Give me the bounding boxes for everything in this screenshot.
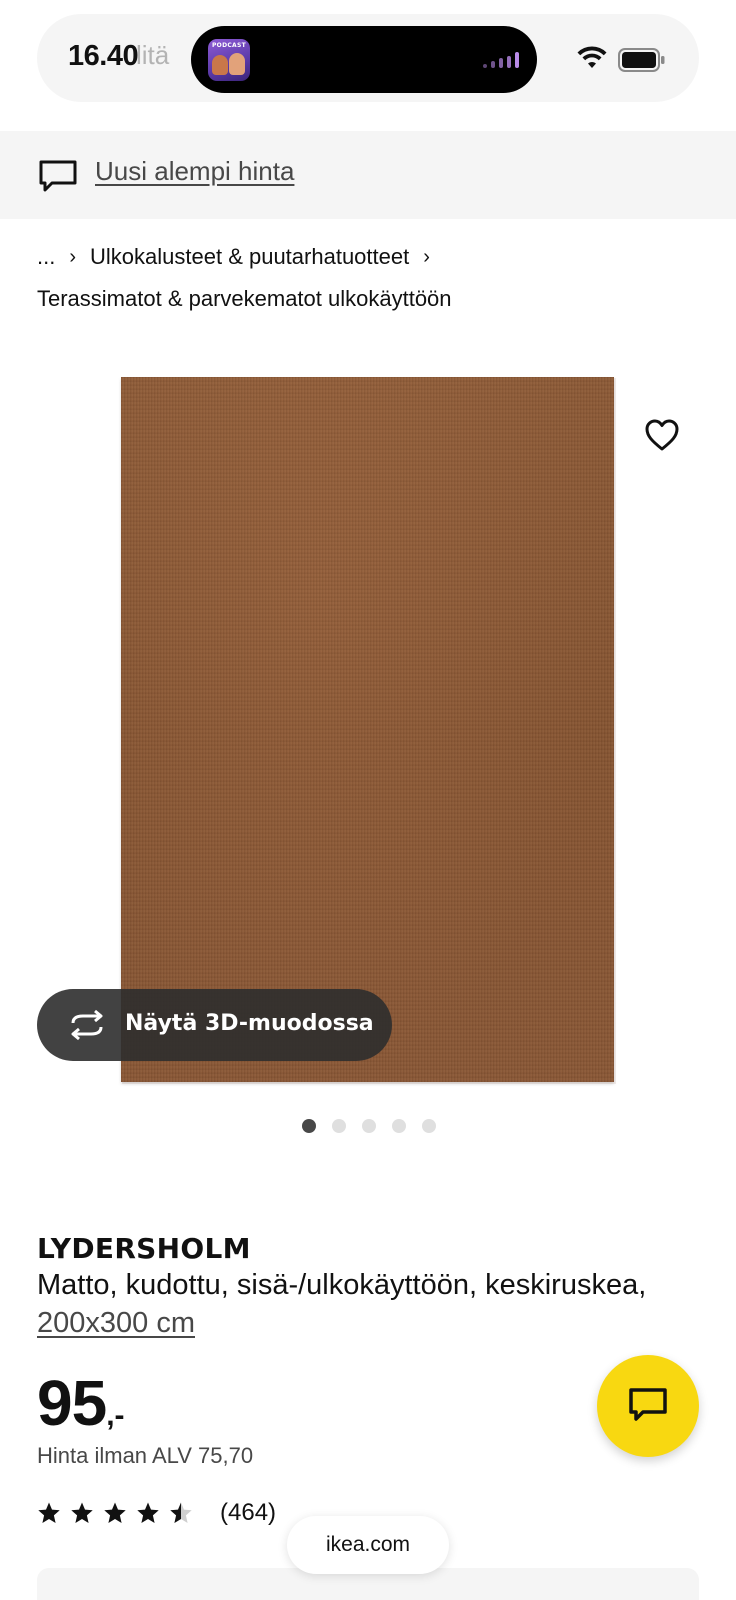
dynamic-island[interactable]: PODCAST: [191, 26, 537, 93]
gallery-dot[interactable]: [422, 1119, 436, 1133]
star-full-icon: [38, 1502, 60, 1523]
star-full-icon: [104, 1502, 126, 1523]
price-notice-banner[interactable]: Uusi alempi hinta: [0, 131, 736, 219]
wifi-icon: [577, 46, 607, 68]
product-description-text: Matto, kudottu, sisä-/ulkokäyttöön, kesk…: [37, 1269, 647, 1301]
breadcrumb-separator: ›: [423, 245, 430, 268]
breadcrumb-item-outdoor[interactable]: Ulkokalusteet & puutarhatuotteet: [90, 244, 409, 270]
product-size-link[interactable]: 200x300 cm: [37, 1307, 195, 1339]
chat-icon: [629, 1388, 667, 1421]
view-3d-button[interactable]: Näytä 3D-muodossa: [37, 989, 392, 1061]
podcast-artwork-icon: PODCAST: [208, 39, 250, 81]
product-description: Matto, kudottu, sisä-/ulkokäyttöön, kesk…: [37, 1266, 717, 1342]
star-full-icon: [137, 1502, 159, 1523]
price-decimal: ,-: [106, 1399, 125, 1432]
view-3d-label: Näytä 3D-muodossa: [125, 1011, 374, 1036]
breadcrumb-item-rugs[interactable]: Terassimatot & parvekematot ulkokäyttöön: [37, 286, 452, 312]
heart-icon: [645, 419, 679, 451]
rating-count: (464): [220, 1499, 277, 1526]
chat-bubble-icon: [39, 160, 77, 192]
breadcrumb-ellipsis[interactable]: ...: [37, 244, 55, 270]
breadcrumb-separator: ›: [69, 245, 77, 268]
battery-icon: [618, 48, 665, 72]
price-excluding-vat: Hinta ilman ALV 75,70: [37, 1443, 254, 1468]
gallery-dot[interactable]: [332, 1119, 346, 1133]
breadcrumb: ... › Ulkokalusteet & puutarhatuotteet ›: [37, 242, 444, 272]
status-time: 16.40: [68, 40, 139, 72]
price-notice-link[interactable]: Uusi alempi hinta: [95, 156, 294, 187]
product-rating[interactable]: (464): [37, 1499, 276, 1527]
gallery-dot[interactable]: [302, 1119, 316, 1133]
rotate-3d-icon: [71, 1009, 103, 1041]
product-price: 95,-: [37, 1366, 125, 1440]
gallery-dot[interactable]: [362, 1119, 376, 1133]
gallery-pagination: [302, 1119, 436, 1133]
product-image[interactable]: [121, 377, 614, 1082]
star-half-icon: [170, 1502, 192, 1523]
price-integer: 95: [37, 1367, 107, 1439]
audio-wave-icon: [483, 52, 519, 68]
browser-url-bar[interactable]: ikea.com: [287, 1516, 449, 1574]
favorite-button[interactable]: [644, 418, 680, 452]
search-placeholder: litä: [136, 40, 170, 70]
chat-button[interactable]: [597, 1355, 699, 1457]
star-full-icon: [71, 1502, 93, 1523]
gallery-dot[interactable]: [392, 1119, 406, 1133]
product-name: LYDERSHOLM: [37, 1232, 251, 1265]
